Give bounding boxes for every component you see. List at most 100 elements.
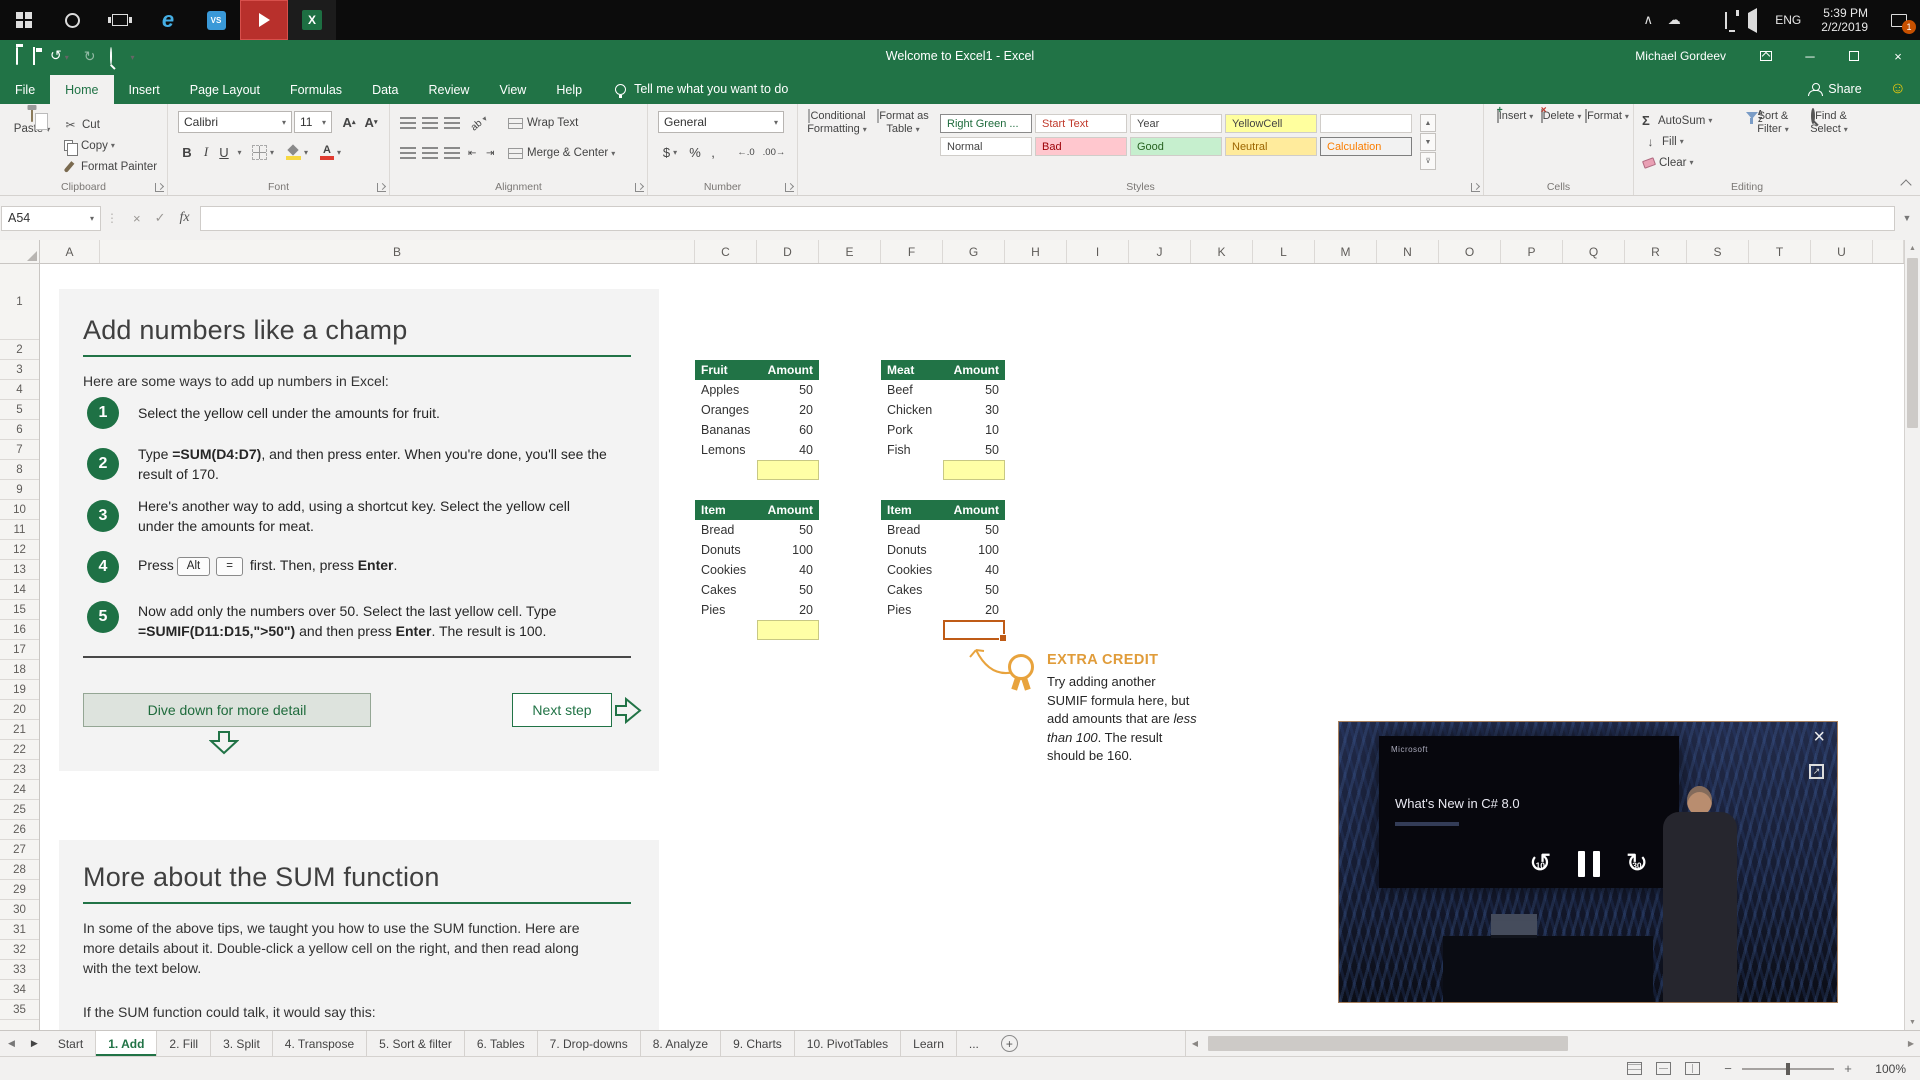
row-header-29[interactable]: 29: [0, 880, 39, 900]
col-header-t[interactable]: T: [1749, 240, 1811, 263]
col-header-i[interactable]: I: [1067, 240, 1129, 263]
underline-dropdown[interactable]: ▾: [232, 141, 244, 163]
edge-button[interactable]: e: [144, 0, 192, 40]
col-header-o[interactable]: O: [1439, 240, 1501, 263]
decrease-indent-button[interactable]: ⇤: [468, 142, 476, 164]
cut-button[interactable]: ✂Cut: [62, 114, 157, 135]
styles-dialog-launcher[interactable]: [1471, 183, 1480, 192]
row-header-22[interactable]: 22: [0, 740, 39, 760]
table-row[interactable]: Apples50: [695, 380, 819, 400]
font-name-select[interactable]: Calibri▾: [178, 111, 292, 133]
vertical-scrollbar[interactable]: ▲ ▼: [1904, 240, 1920, 1030]
table-row[interactable]: Fish50: [881, 440, 1005, 460]
meat-table[interactable]: MeatAmount Beef50 Chicken30 Pork10 Fish5…: [881, 360, 1005, 460]
hscroll-right-icon[interactable]: ▶: [1902, 1039, 1920, 1048]
sheet-tab-1-add[interactable]: 1. Add: [96, 1031, 157, 1056]
alignment-dialog-launcher[interactable]: [635, 183, 644, 192]
col-header-b[interactable]: B: [100, 240, 695, 263]
underline-button[interactable]: U: [216, 141, 232, 163]
row-header-6[interactable]: 6: [0, 420, 39, 440]
cortana-button[interactable]: [48, 0, 96, 40]
align-middle-button[interactable]: [422, 112, 438, 134]
font-color-button[interactable]: A▾: [320, 141, 341, 163]
col-header-partial[interactable]: [1873, 240, 1904, 263]
table-row[interactable]: Donuts100: [881, 540, 1005, 560]
sort-filter-button[interactable]: AZ Sort & Filter▾: [1746, 110, 1800, 136]
page-break-view-button[interactable]: [1685, 1062, 1700, 1075]
name-box-dropdown-icon[interactable]: ▾: [90, 214, 94, 223]
row-header-7[interactable]: 7: [0, 440, 39, 460]
formula-bar-grip[interactable]: ⋮: [101, 211, 123, 225]
sheet-tab-3-split[interactable]: 3. Split: [211, 1031, 273, 1056]
preview-button[interactable]: [110, 48, 112, 64]
language-indicator[interactable]: ENG: [1765, 13, 1811, 27]
row-header-25[interactable]: 25: [0, 800, 39, 820]
row-header-34[interactable]: 34: [0, 980, 39, 1000]
borders-button[interactable]: ▾: [252, 141, 274, 163]
hscroll-track[interactable]: [1204, 1031, 1902, 1056]
hscroll-thumb[interactable]: [1208, 1036, 1568, 1051]
row-header-21[interactable]: 21: [0, 720, 39, 740]
row-header-35[interactable]: 35: [0, 1000, 39, 1020]
col-header-j[interactable]: J: [1129, 240, 1191, 263]
sheet-nav-right-icon[interactable]: ▶: [23, 1031, 46, 1056]
ribbon-tab-review[interactable]: Review: [413, 75, 484, 104]
insert-cells-button[interactable]: + Insert▾: [1490, 110, 1540, 123]
sheet-tab-5-sort-filter[interactable]: 5. Sort & filter: [367, 1031, 465, 1056]
col-header-g[interactable]: G: [943, 240, 1005, 263]
sheet-tab-8-analyze[interactable]: 8. Analyze: [641, 1031, 721, 1056]
sheet-tab-10-pivottables[interactable]: 10. PivotTables: [795, 1031, 901, 1056]
increase-font-button[interactable]: A▴: [338, 111, 360, 133]
col-header-q[interactable]: Q: [1563, 240, 1625, 263]
share-button[interactable]: Share: [1794, 82, 1875, 104]
ribbon-tab-insert[interactable]: Insert: [114, 75, 175, 104]
align-center-button[interactable]: [422, 142, 438, 164]
number-dialog-launcher[interactable]: [785, 183, 794, 192]
align-right-button[interactable]: [444, 142, 460, 164]
row-header-30[interactable]: 30: [0, 900, 39, 920]
redo-button[interactable]: ↻: [84, 48, 96, 64]
tray-chevron-up-icon[interactable]: ∧: [1635, 12, 1661, 28]
meat-sum-yellow-cell[interactable]: [943, 460, 1005, 480]
tell-me-box[interactable]: Tell me what you want to do: [615, 82, 788, 104]
table-row[interactable]: Oranges20: [695, 400, 819, 420]
cell-style-normal[interactable]: Normal: [940, 137, 1032, 156]
cell-style-neutral[interactable]: Neutral: [1225, 137, 1317, 156]
onedrive-cloud-icon[interactable]: ☁: [1661, 12, 1687, 28]
user-name[interactable]: Michael Gordeev: [1635, 49, 1726, 63]
row-header-26[interactable]: 26: [0, 820, 39, 840]
format-as-table-button[interactable]: Format as Table▾: [872, 110, 934, 136]
start-button[interactable]: [0, 0, 48, 40]
video-app-button[interactable]: [240, 0, 288, 40]
clipboard-dialog-launcher[interactable]: [155, 183, 164, 192]
align-bottom-button[interactable]: [444, 112, 460, 134]
sheet-tab-2-fill[interactable]: 2. Fill: [157, 1031, 211, 1056]
row-header-14[interactable]: 14: [0, 580, 39, 600]
bold-button[interactable]: B: [178, 141, 196, 163]
hscroll-left-icon[interactable]: ◀: [1186, 1039, 1204, 1048]
rewind-10-button[interactable]: ↺10: [1529, 850, 1552, 877]
clock[interactable]: 5:39 PM 2/2/2019: [1811, 6, 1878, 34]
fill-color-button[interactable]: ▾: [286, 141, 308, 163]
table-row[interactable]: Bread50: [695, 520, 819, 540]
insert-function-button[interactable]: fx: [180, 210, 190, 226]
volume-icon[interactable]: [1739, 13, 1765, 28]
excel-taskbar-button[interactable]: X: [288, 0, 336, 40]
row-header-1[interactable]: 1: [0, 264, 39, 340]
sheet-tab-4-transpose[interactable]: 4. Transpose: [273, 1031, 367, 1056]
row-header-28[interactable]: 28: [0, 860, 39, 880]
row-header-5[interactable]: 5: [0, 400, 39, 420]
cancel-entry-button[interactable]: ×: [133, 211, 141, 226]
table-row[interactable]: Cakes50: [695, 580, 819, 600]
minimize-button[interactable]: ─: [1788, 40, 1832, 72]
row-header-11[interactable]: 11: [0, 520, 39, 540]
zoom-level[interactable]: 100%: [1864, 1062, 1906, 1076]
video-overlay[interactable]: Microsoft What's New in C# 8.0 ↺10 ↻30 ×…: [1338, 721, 1838, 1003]
table-row[interactable]: Bread50: [881, 520, 1005, 540]
row-header-27[interactable]: 27: [0, 840, 39, 860]
sheet-tab-7-drop-downs[interactable]: 7. Drop-downs: [538, 1031, 641, 1056]
col-header-l[interactable]: L: [1253, 240, 1315, 263]
cell-style-empty[interactable]: [1320, 114, 1412, 133]
col-header-h[interactable]: H: [1005, 240, 1067, 263]
currency-button[interactable]: $▾: [658, 141, 682, 163]
